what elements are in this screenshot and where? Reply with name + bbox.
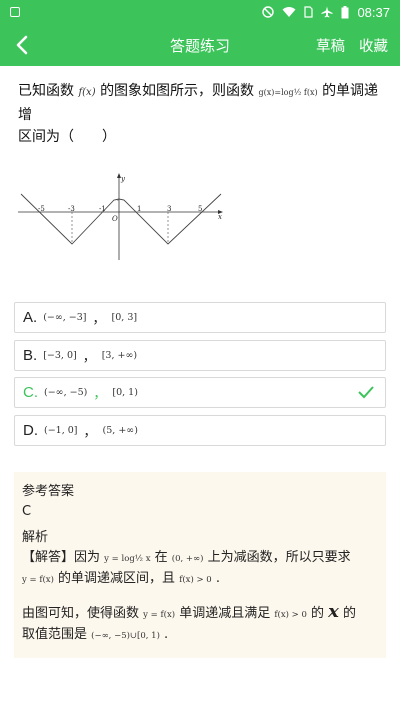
analysis-math: x [328, 601, 339, 622]
tick-label: 5 [198, 205, 202, 213]
origin-label: O [112, 215, 118, 223]
tick-label: 1 [137, 205, 141, 213]
analysis-text: 由图可知，使得函数 [22, 606, 140, 621]
tick-label: 3 [167, 205, 171, 213]
app-bar: 答题练习 草稿 收藏 [0, 24, 400, 66]
option-letter: A. [23, 309, 38, 326]
option-a[interactable]: A. (−∞, −3] ， [0, 3] [14, 302, 386, 333]
option-separator: ， [92, 312, 106, 327]
do-not-disturb-icon [262, 6, 275, 18]
chevron-left-icon [16, 35, 28, 55]
option-letter: D. [23, 422, 38, 439]
status-icons: 08:37 [262, 5, 390, 20]
option-expr: (5, +∞) [102, 425, 138, 436]
analysis-line-2: y = f(x) 的单调递减区间，且 f(x) > 0 . [22, 569, 378, 590]
option-expr: [0, 3] [111, 312, 138, 323]
question-f-expr: f(x) [78, 87, 96, 98]
option-letter: C. [23, 384, 38, 401]
option-expr: (−1, 0] [44, 425, 78, 436]
notification-icon [10, 7, 20, 17]
back-button[interactable] [0, 24, 44, 66]
analysis-text: 的 [343, 606, 357, 621]
question-middle: 的图象如图所示，则函数 [100, 83, 255, 99]
analysis-text: 在 [154, 550, 168, 565]
x-axis-label: x [218, 213, 222, 221]
option-expr: [0, 1) [112, 387, 138, 398]
tick-label: -1 [99, 205, 106, 213]
airplane-mode-icon [321, 6, 333, 18]
answer-section: 参考答案 C 解析 【解答】因为 y = log½ x 在 (0, +∞) 上为… [14, 472, 386, 658]
option-expr: [3, +∞) [101, 350, 138, 361]
favorite-button[interactable]: 收藏 [359, 35, 388, 56]
analysis-line-1: 【解答】因为 y = log½ x 在 (0, +∞) 上为减函数，所以只要求 [22, 548, 378, 569]
option-separator: ， [93, 387, 107, 402]
question-prefix: 已知函数 [18, 83, 74, 99]
analysis-math: f(x) > 0 [179, 575, 212, 585]
option-d[interactable]: D. (−1, 0] ， (5, +∞) [14, 415, 386, 446]
question-text: 已知函数 f(x) 的图象如图所示，则函数 g(x)=log½ f(x) 的单调… [18, 80, 384, 148]
tick-label: -5 [38, 205, 45, 213]
sim-icon [304, 6, 314, 18]
reference-answer-value: C [22, 504, 32, 519]
analysis-label: 解析 [22, 530, 49, 545]
draft-button[interactable]: 草稿 [316, 35, 345, 56]
analysis-math: y = log½ x [104, 554, 151, 564]
option-b[interactable]: B. [−3, 0] ， [3, +∞) [14, 340, 386, 371]
option-expr: (−∞, −3] [43, 312, 87, 323]
analysis-text: . [164, 627, 169, 642]
option-separator: ， [82, 350, 96, 365]
analysis-math: (0, +∞) [171, 554, 204, 564]
analysis-text: 【解答】因为 [22, 550, 101, 565]
analysis-text: 的 [311, 606, 325, 621]
option-letter: B. [23, 347, 38, 364]
reference-answer-label: 参考答案 [22, 484, 75, 499]
analysis-math: y = f(x) [143, 610, 176, 620]
option-expr: [−3, 0] [43, 350, 77, 361]
analysis-line-4: 取值范围是 (−∞, −5)∪[0, 1) . [22, 625, 378, 646]
analysis-text: . [215, 571, 220, 586]
status-bar: 08:37 [0, 0, 400, 24]
check-icon [358, 386, 374, 399]
analysis-math: f(x) > 0 [274, 610, 307, 620]
option-c[interactable]: C. (−∞, −5) ， [0, 1) [14, 377, 386, 408]
function-curve [20, 193, 222, 245]
analysis-text: 单调递减且满足 [179, 606, 271, 621]
option-expr: (−∞, −5) [44, 387, 88, 398]
analysis-text: 取值范围是 [22, 627, 88, 642]
y-axis-label: y [120, 175, 126, 183]
analysis-math: (−∞, −5)∪[0, 1) [91, 631, 160, 641]
wifi-icon [282, 7, 296, 17]
analysis-text: 的单调递减区间，且 [58, 571, 176, 586]
tick-label: -3 [68, 205, 75, 213]
clock: 08:37 [357, 4, 390, 20]
function-graph: y x O -5 -3 -1 1 3 5 [18, 173, 223, 260]
analysis-text: 上为减函数，所以只要求 [207, 550, 351, 565]
analysis-line-3: 由图可知，使得函数 y = f(x) 单调递减且满足 f(x) > 0 的 x … [22, 602, 378, 625]
option-separator: ， [83, 425, 97, 440]
question-g-expr: g(x)=log½ f(x) [258, 88, 318, 97]
question-line2: 区间为（ ） [18, 129, 116, 145]
analysis-math: y = f(x) [22, 575, 54, 585]
battery-icon [341, 5, 349, 18]
